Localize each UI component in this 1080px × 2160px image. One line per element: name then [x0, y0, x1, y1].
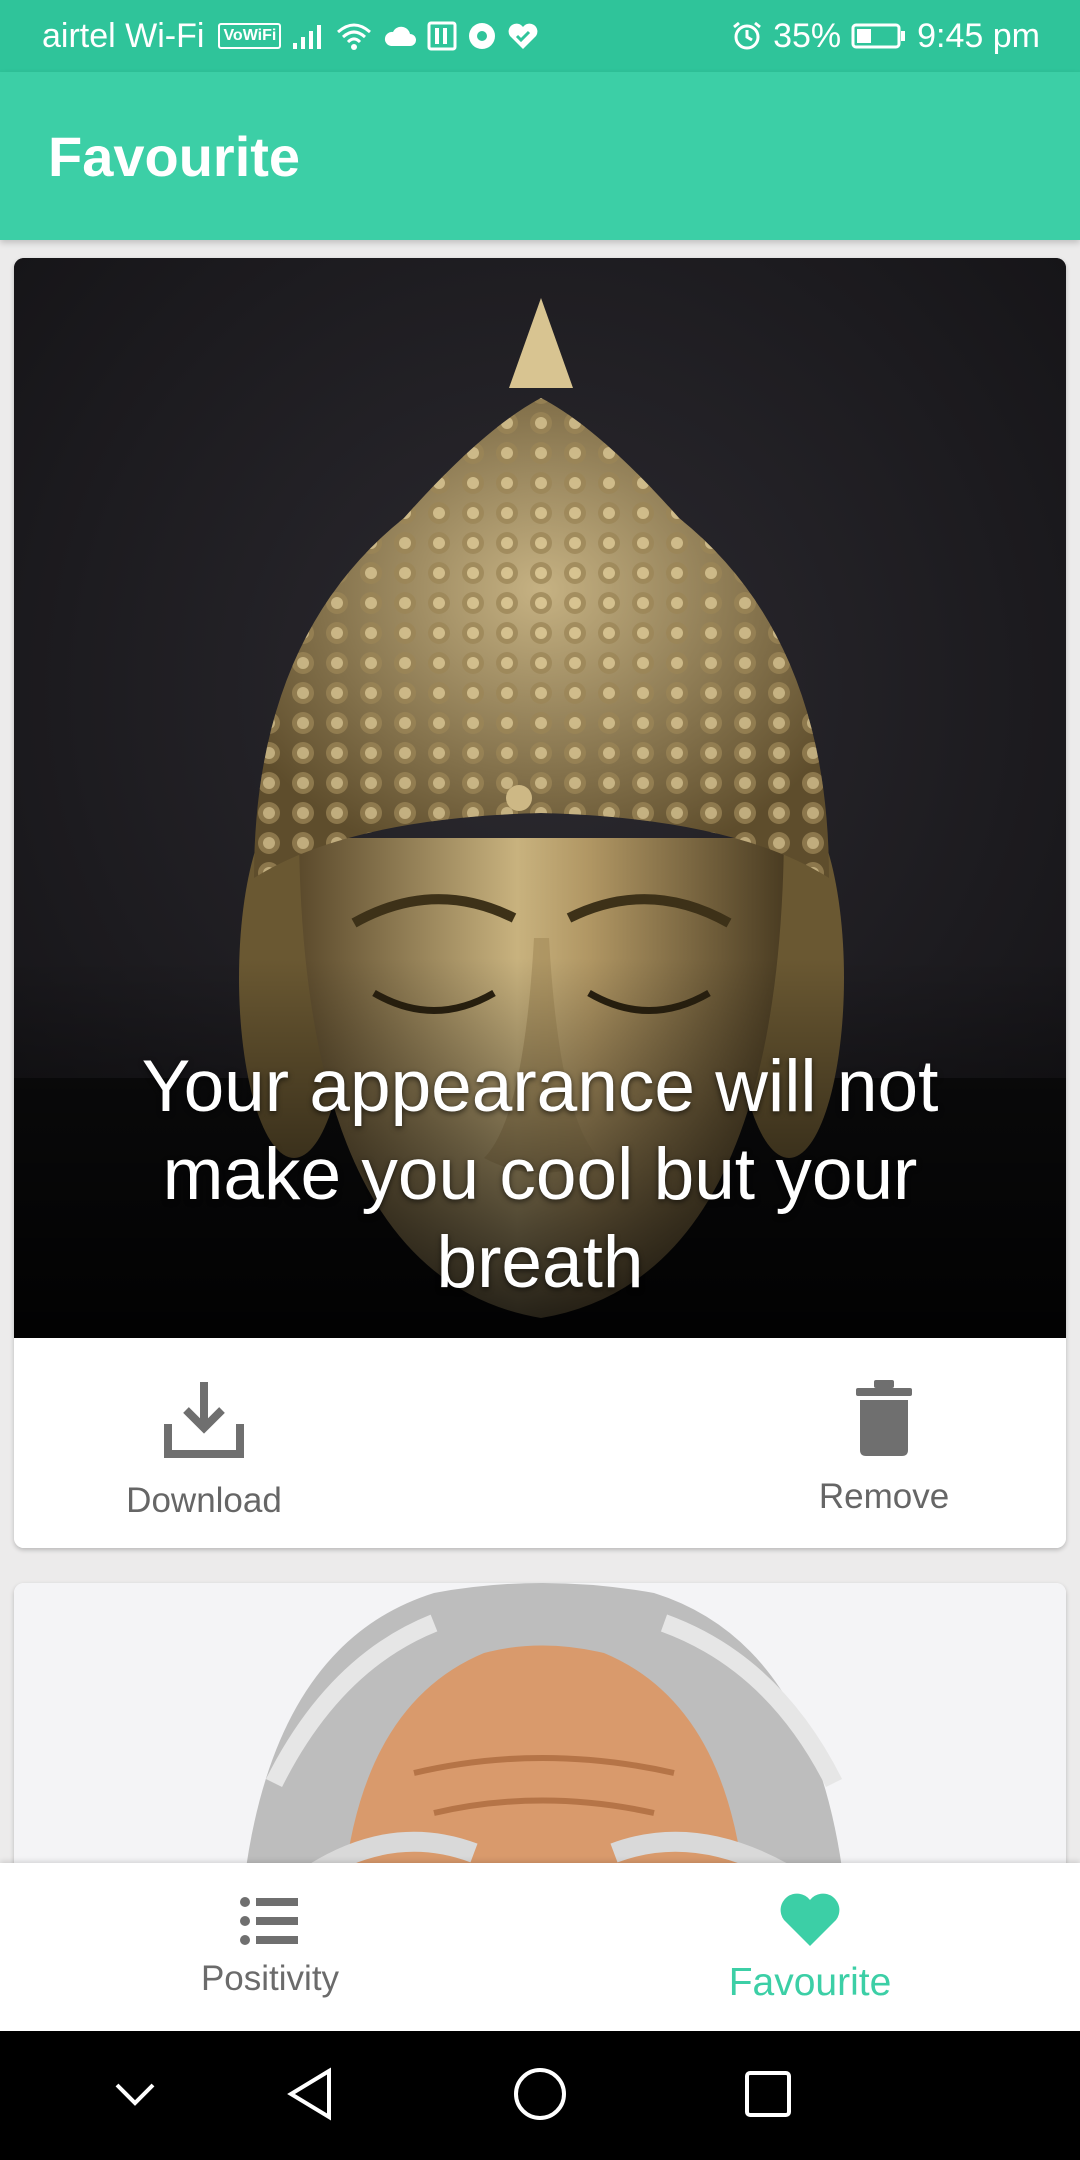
- volte-badge: VoWiFi: [218, 23, 282, 49]
- nav-label-favourite: Favourite: [728, 1960, 892, 2004]
- clock: 9:45 pm: [917, 16, 1040, 55]
- signal-icon: [291, 21, 325, 51]
- heart-check-icon: [507, 21, 539, 51]
- wifi-icon: [335, 21, 373, 51]
- card-actions: Download Remove: [14, 1338, 1066, 1548]
- quote-image: [14, 1583, 1066, 1883]
- battery-icon: [851, 22, 907, 50]
- status-bar-right: 35% 9:45 pm: [731, 17, 1040, 56]
- nav-label-positivity: Positivity: [200, 1958, 340, 1998]
- quote-card: Your appearance will not make you cool b…: [14, 258, 1066, 1548]
- download-icon: [162, 1378, 246, 1467]
- status-bar-left: airtel Wi-Fi VoWiFi: [42, 17, 539, 56]
- nav-item-favourite[interactable]: Favourite: [540, 1863, 1080, 2031]
- list-icon: [240, 1896, 300, 1951]
- status-bar: airtel Wi-Fi VoWiFi 35% 9:45 pm: [0, 0, 1080, 72]
- quote-image: Your appearance will not make you cool b…: [14, 258, 1066, 1338]
- home-button[interactable]: [505, 2061, 575, 2131]
- download-label: Download: [126, 1481, 282, 1520]
- home-circle-icon: [512, 2066, 568, 2127]
- remove-button[interactable]: Remove: [784, 1378, 984, 1517]
- battery-percent: 35%: [773, 16, 842, 55]
- chrome-icon: [467, 21, 497, 51]
- recents-button[interactable]: [733, 2061, 803, 2131]
- back-button[interactable]: [275, 2061, 345, 2131]
- recents-square-icon: [743, 2069, 793, 2124]
- portrait-illustration: [14, 1583, 1066, 1883]
- hide-nav-button[interactable]: [100, 2061, 170, 2131]
- quote-text: Your appearance will not make you cool b…: [141, 1046, 939, 1303]
- nav-item-positivity[interactable]: Positivity: [0, 1863, 540, 2031]
- heart-icon: [778, 1890, 842, 1953]
- system-navigation-bar: [0, 2031, 1080, 2160]
- cloud-icon: [383, 24, 417, 48]
- trash-icon: [854, 1378, 914, 1463]
- carrier-label: airtel Wi-Fi: [42, 16, 205, 55]
- page-title: Favourite: [48, 124, 301, 188]
- app-bar: Favourite: [0, 72, 1080, 240]
- bottom-navigation: Positivity Favourite: [0, 1863, 1080, 2031]
- download-button[interactable]: Download: [104, 1378, 304, 1521]
- chevron-down-icon: [113, 2079, 157, 2114]
- quote-card: [14, 1583, 1066, 1883]
- back-triangle-icon: [285, 2066, 335, 2126]
- app-notification-icon: [427, 21, 457, 51]
- alarm-icon: [731, 20, 763, 52]
- remove-label: Remove: [818, 1477, 950, 1516]
